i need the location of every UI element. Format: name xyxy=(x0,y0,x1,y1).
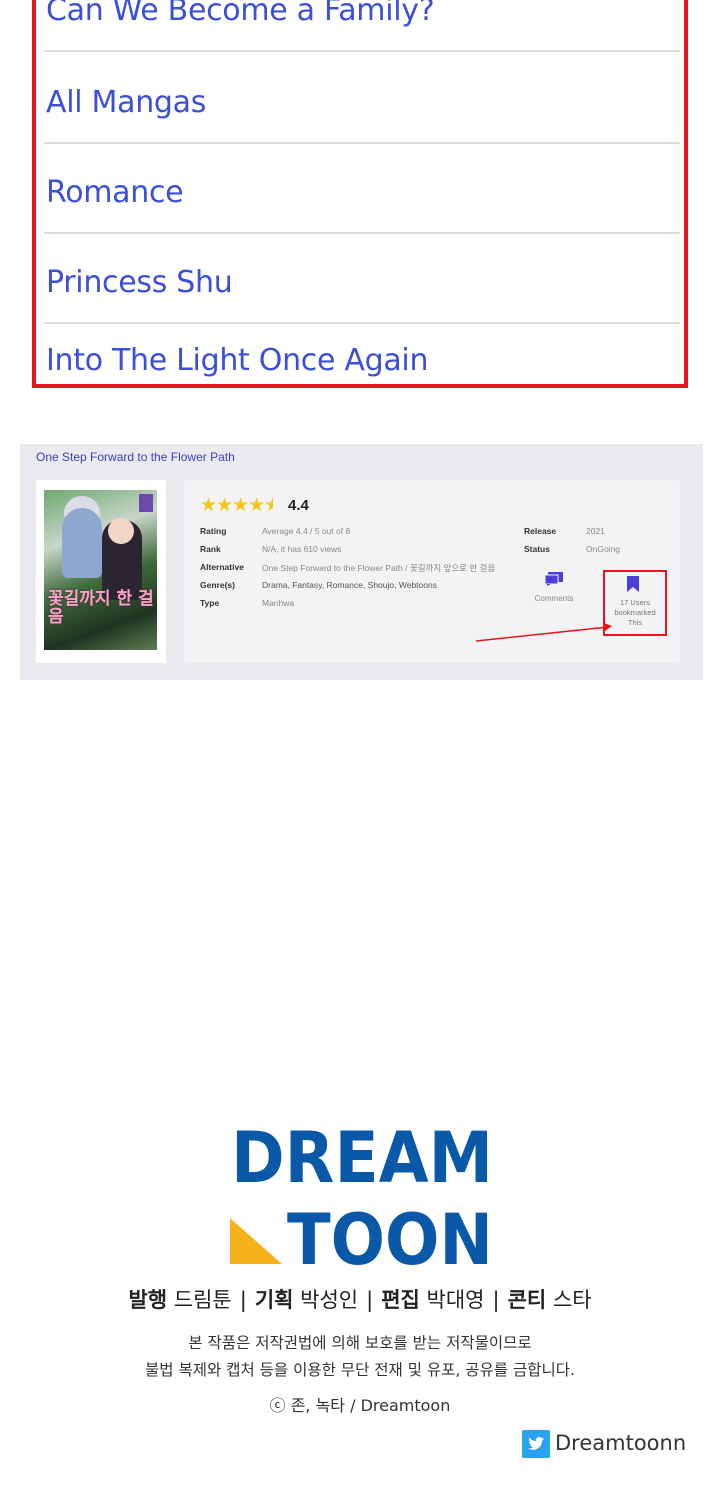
twitter-icon xyxy=(522,1430,550,1458)
menu-item-label[interactable]: Princess Shu xyxy=(46,265,233,300)
menu-item-romance[interactable]: Romance xyxy=(44,142,680,234)
menu-item-princess-shu[interactable]: Princess Shu xyxy=(44,232,680,324)
credit-name: 드림툰 xyxy=(173,1288,232,1312)
logo-line1: DREAM xyxy=(231,1124,493,1199)
credit-role: 콘티 xyxy=(507,1288,547,1312)
credit-name: 박성인 xyxy=(300,1288,359,1312)
menu-item-label[interactable]: Into The Light Once Again xyxy=(46,343,428,378)
red-arrow-annotation xyxy=(475,623,612,642)
menu-item-all-mangas[interactable]: All Mangas xyxy=(44,52,680,144)
menu-item-can-we-become-a-family[interactable]: Can We Become a Family? xyxy=(44,0,680,52)
credit-role: 발행 xyxy=(128,1288,168,1312)
credit-role: 편집 xyxy=(381,1288,420,1312)
twitter-handle[interactable]: Dreamtoonn xyxy=(555,1431,686,1455)
logo-triangle-icon xyxy=(230,1218,282,1264)
copyright-line: ⓒ 존, 녹타 / Dreamtoon xyxy=(269,1396,451,1415)
menu-item-into-the-light-once-again[interactable]: Into The Light Once Again xyxy=(44,322,680,384)
menu-item-label[interactable]: All Mangas xyxy=(46,85,206,120)
credit-name: 스타 xyxy=(552,1288,592,1312)
notice-line: 불법 복제와 캡처 등을 이용한 무단 전재 및 유포, 공유를 금합니다. xyxy=(145,1361,575,1379)
menu-item-label[interactable]: Can We Become a Family? xyxy=(46,0,435,28)
menu-item-label[interactable]: Romance xyxy=(46,175,184,210)
highlighted-menu-list: Can We Become a Family? All Mangas Roman… xyxy=(32,0,688,388)
credit-name: 박대영 xyxy=(426,1288,485,1312)
credits-line: 발행 드림툰 | 기획 박성인 | 편집 박대영 | 콘티 스타 xyxy=(128,1288,592,1312)
notice-line: 본 작품은 저작권법에 의해 보호를 받는 저작물이므로 xyxy=(188,1334,532,1352)
credit-role: 기획 xyxy=(254,1288,294,1312)
dreamtoon-logo: DREAM TOON xyxy=(230,1124,493,1268)
manga-info-card: One Step Forward to the Flower Path 꽃길까지… xyxy=(20,444,703,680)
copyright-notice: 본 작품은 저작권법에 의해 보호를 받는 저작물이므로 불법 복제와 캡처 등… xyxy=(0,1330,720,1384)
logo-line2: TOON xyxy=(287,1199,493,1268)
